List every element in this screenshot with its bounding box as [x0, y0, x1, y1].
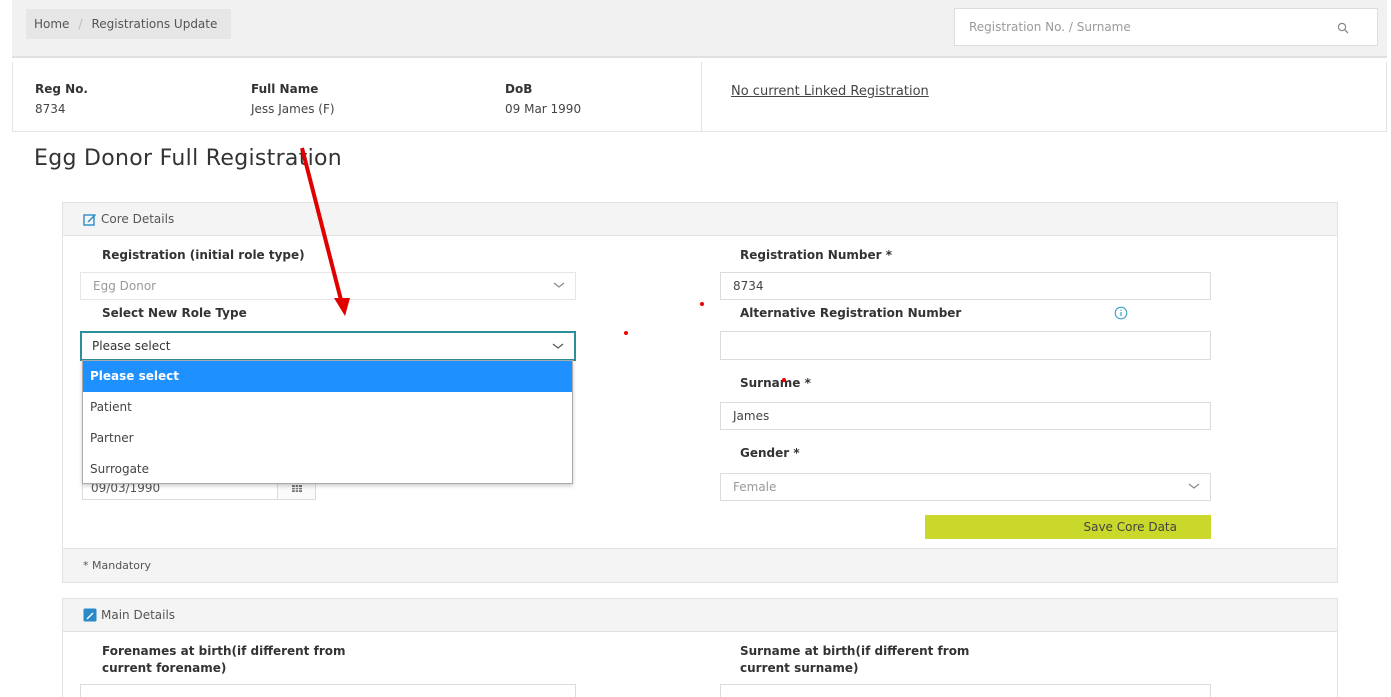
- new-role-type-value: Please select: [92, 339, 171, 353]
- chevron-down-icon: [553, 282, 565, 288]
- gender-label: Gender *: [740, 446, 800, 460]
- dob-label: DoB: [505, 82, 533, 96]
- gender-value: Female: [733, 480, 777, 494]
- dob-value: 09 Mar 1990: [505, 102, 582, 116]
- registration-role-select: Egg Donor: [80, 272, 576, 300]
- registration-summary: Reg No. 8734 Full Name Jess James (F) Do…: [12, 62, 1387, 132]
- surname-at-birth-label-line-1: Surname at birth(if different from: [740, 644, 970, 658]
- gender-select[interactable]: Female: [720, 473, 1211, 501]
- role-option-please-select[interactable]: Please select: [83, 361, 572, 392]
- summary-divider: [701, 62, 702, 132]
- forenames-at-birth-input[interactable]: [80, 684, 576, 697]
- reg-no-group: Reg No. 8734: [35, 82, 88, 116]
- reg-no-label: Reg No.: [35, 82, 88, 96]
- search-icon[interactable]: [1337, 22, 1349, 34]
- page-title: Egg Donor Full Registration: [34, 146, 343, 171]
- main-details-header: Main Details: [63, 599, 1337, 632]
- search-input[interactable]: [969, 9, 1329, 45]
- role-option-patient[interactable]: Patient: [83, 392, 572, 423]
- mandatory-note: * Mandatory: [63, 548, 1337, 582]
- chevron-down-icon: [1188, 483, 1200, 489]
- new-role-type-dropdown: Please select Patient Partner Surrogate: [82, 360, 573, 484]
- registration-number-input[interactable]: 8734: [720, 272, 1211, 300]
- registration-number-label: Registration Number *: [740, 248, 892, 262]
- breadcrumb-separator: /: [78, 17, 83, 31]
- surname-input[interactable]: James: [720, 402, 1211, 430]
- breadcrumb-home-link[interactable]: Home: [34, 17, 69, 31]
- main-details-title: Main Details: [101, 608, 176, 622]
- registration-role-value: Egg Donor: [93, 279, 157, 293]
- reg-no-value: 8734: [35, 102, 66, 116]
- breadcrumb-current: Registrations Update: [91, 17, 218, 31]
- info-icon[interactable]: [1114, 306, 1128, 320]
- annotation-dot: [700, 302, 704, 306]
- alt-registration-number-label: Alternative Registration Number: [740, 306, 962, 320]
- save-core-data-button[interactable]: Save Core Data: [925, 515, 1211, 539]
- role-option-partner[interactable]: Partner: [83, 423, 572, 454]
- breadcrumb: Home / Registrations Update: [26, 9, 232, 39]
- full-name-label: Full Name: [251, 82, 319, 96]
- annotation-dot: [624, 331, 628, 335]
- surname-at-birth-label: Surname at birth(if different from curre…: [740, 643, 969, 677]
- core-details-header: Core Details: [63, 203, 1337, 236]
- edit-icon: [83, 214, 96, 226]
- forenames-at-birth-label: Forenames at birth(if different from cur…: [102, 643, 346, 677]
- dob-group: DoB 09 Mar 1990: [505, 82, 581, 116]
- linked-registration-link[interactable]: No current Linked Registration: [731, 84, 929, 99]
- new-role-type-label: Select New Role Type: [102, 306, 247, 320]
- role-option-surrogate[interactable]: Surrogate: [83, 454, 572, 485]
- annotation-dot: [782, 378, 786, 382]
- alt-registration-number-input[interactable]: [720, 331, 1211, 360]
- surname-label: Surname *: [740, 376, 811, 390]
- chevron-down-icon: [552, 343, 564, 349]
- forenames-at-birth-label-line-2: current forename): [102, 661, 227, 675]
- core-details-title: Core Details: [101, 212, 175, 226]
- new-role-type-select[interactable]: Please select: [80, 331, 576, 361]
- surname-at-birth-input[interactable]: [720, 684, 1211, 697]
- full-name-group: Full Name Jess James (F): [251, 82, 335, 116]
- forenames-at-birth-label-line-1: Forenames at birth(if different from: [102, 644, 346, 658]
- search-box: [954, 8, 1378, 46]
- full-name-value: Jess James (F): [251, 102, 335, 116]
- surname-at-birth-label-line-2: current surname): [740, 661, 859, 675]
- edit-icon: [83, 608, 97, 622]
- top-bar: Home / Registrations Update: [12, 0, 1387, 58]
- registration-role-label: Registration (initial role type): [102, 248, 305, 262]
